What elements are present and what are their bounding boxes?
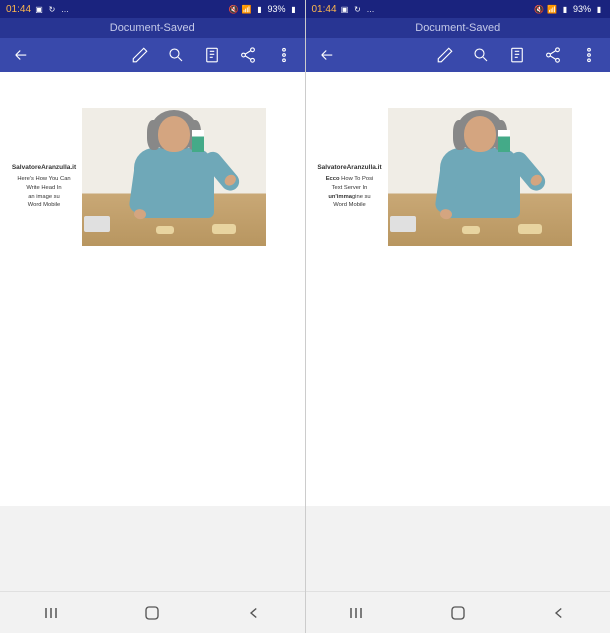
photo[interactable] — [388, 108, 572, 246]
phone-right: 01:44 ▣ ↻ … 🔇 📶 ▮ 93% ▮ Document-Saved — [306, 0, 610, 633]
document-area[interactable]: SalvatoreAranzulla.it Here's How You Can… — [0, 72, 305, 506]
battery-icon: ▮ — [289, 4, 299, 14]
text-line-1: Here's How You Can — [10, 176, 78, 184]
menu-button[interactable] — [275, 46, 293, 64]
toolbar — [0, 38, 305, 72]
phone-left: 01:44 ▣ ↻ … 🔇 📶 ▮ 93% ▮ Document-Saved — [0, 0, 305, 633]
mute-icon: 🔇 — [228, 4, 238, 14]
wifi-icon: 📶 — [547, 4, 557, 14]
refresh-icon: ↻ — [353, 4, 363, 14]
title-bar: Document-Saved — [306, 18, 610, 38]
text-line-1: Ecco How To Posi — [316, 176, 384, 184]
home-button[interactable] — [447, 602, 469, 624]
text-line-4: Word Mobile — [10, 202, 78, 210]
text-column: SalvatoreAranzulla.it Here's How You Can… — [10, 108, 82, 211]
title-bar: Document-Saved — [0, 18, 305, 38]
text-line-2: Text Server In — [316, 185, 384, 193]
document-title: Document-Saved — [110, 22, 195, 34]
nav-bar — [0, 591, 305, 633]
text-line-3: un'immagine su — [316, 194, 384, 202]
menu-button[interactable] — [580, 46, 598, 64]
bottom-gap — [306, 506, 610, 591]
toolbar — [306, 38, 610, 72]
back-nav-button[interactable] — [548, 602, 570, 624]
home-button[interactable] — [141, 602, 163, 624]
battery-percent: 93% — [573, 4, 591, 14]
battery-icon: ▮ — [594, 4, 604, 14]
signal-icon: ▮ — [254, 4, 264, 14]
reading-button[interactable] — [508, 46, 526, 64]
more-icon: … — [366, 4, 376, 14]
clock: 01:44 — [312, 4, 337, 15]
text-line-2: Write Head In — [10, 185, 78, 193]
image-column — [388, 108, 601, 246]
status-bar: 01:44 ▣ ↻ … 🔇 📶 ▮ 93% ▮ — [0, 0, 305, 18]
search-button[interactable] — [167, 46, 185, 64]
text-line-3: an image su — [10, 194, 78, 202]
share-button[interactable] — [544, 46, 562, 64]
edit-button[interactable] — [436, 46, 454, 64]
wifi-icon: 📶 — [241, 4, 251, 14]
recents-button[interactable] — [40, 602, 62, 624]
search-button[interactable] — [472, 46, 490, 64]
clock: 01:44 — [6, 4, 31, 15]
back-button[interactable] — [12, 46, 30, 64]
refresh-icon: ↻ — [47, 4, 57, 14]
share-button[interactable] — [239, 46, 257, 64]
status-bar: 01:44 ▣ ↻ … 🔇 📶 ▮ 93% ▮ — [306, 0, 610, 18]
nav-bar — [306, 591, 610, 633]
bottom-gap — [0, 506, 305, 591]
battery-percent: 93% — [267, 4, 285, 14]
photo[interactable] — [82, 108, 266, 246]
back-nav-button[interactable] — [243, 602, 265, 624]
document-area[interactable]: SalvatoreAranzulla.it Ecco How To Posi T… — [306, 72, 610, 506]
site-title: SalvatoreAranzulla.it — [10, 164, 78, 172]
image-icon: ▣ — [34, 4, 44, 14]
image-icon: ▣ — [340, 4, 350, 14]
text-column: SalvatoreAranzulla.it Ecco How To Posi T… — [316, 108, 388, 211]
reading-button[interactable] — [203, 46, 221, 64]
recents-button[interactable] — [345, 602, 367, 624]
signal-icon: ▮ — [560, 4, 570, 14]
mute-icon: 🔇 — [534, 4, 544, 14]
image-column — [82, 108, 295, 246]
more-icon: … — [60, 4, 70, 14]
back-button[interactable] — [318, 46, 336, 64]
text-line-4: Word Mobile — [316, 202, 384, 210]
site-title: SalvatoreAranzulla.it — [316, 164, 384, 172]
document-title: Document-Saved — [415, 22, 500, 34]
edit-button[interactable] — [131, 46, 149, 64]
